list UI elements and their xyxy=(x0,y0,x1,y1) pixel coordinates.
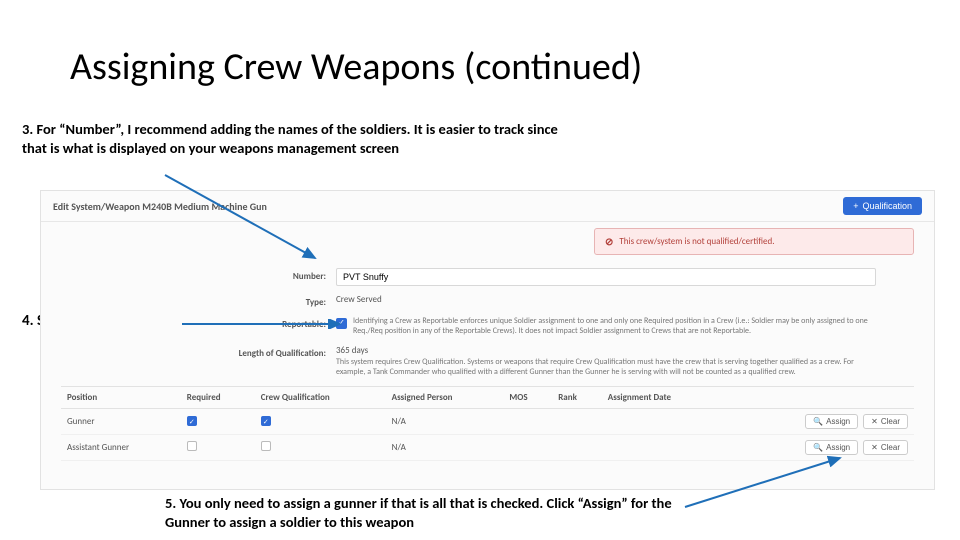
cell-mos xyxy=(503,408,552,434)
search-icon: 🔍 xyxy=(813,417,823,426)
slide-title: Assigning Crew Weapons (continued) xyxy=(70,44,642,90)
close-icon: ✕ xyxy=(871,443,878,452)
panel-header: Edit System/Weapon M240B Medium Machine … xyxy=(41,191,934,222)
th-date: Assignment Date xyxy=(602,386,724,408)
type-label: Type: xyxy=(61,294,336,308)
assign-button[interactable]: 🔍Assign xyxy=(805,414,858,429)
instruction-step-5: 5. You only need to assign a gunner if t… xyxy=(165,494,685,532)
crew-qual-checkbox[interactable]: ✓ xyxy=(261,416,271,426)
number-input[interactable] xyxy=(336,268,876,286)
clear-button[interactable]: ✕Clear xyxy=(863,440,908,455)
crew-qual-checkbox[interactable] xyxy=(261,441,271,451)
cell-date xyxy=(602,408,724,434)
loq-value: 365 days xyxy=(336,345,914,357)
cell-position: Gunner xyxy=(61,408,181,434)
plus-icon: + xyxy=(853,201,858,211)
reportable-label: Reportable: xyxy=(61,316,336,330)
th-mos: MOS xyxy=(503,386,552,408)
th-required: Required xyxy=(181,386,255,408)
panel-body: ⊘ This crew/system is not qualified/cert… xyxy=(41,222,934,461)
cell-rank xyxy=(552,434,602,460)
cell-date xyxy=(602,434,724,460)
cell-assigned: N/A xyxy=(386,434,504,460)
cell-mos xyxy=(503,434,552,460)
alert-icon: ⊘ xyxy=(605,235,613,248)
th-crew-qual: Crew Qualification xyxy=(255,386,386,408)
row-length-qualification: Length of Qualification: 365 days This s… xyxy=(61,345,914,378)
close-icon: ✕ xyxy=(871,417,878,426)
required-checkbox[interactable] xyxy=(187,441,197,451)
loq-description: This system requires Crew Qualification.… xyxy=(336,357,876,378)
cell-position: Assistant Gunner xyxy=(61,434,181,460)
panel-header-title: Edit System/Weapon M240B Medium Machine … xyxy=(53,200,267,213)
table-row: Assistant Gunner N/A 🔍Assign ✕Clear xyxy=(61,434,914,460)
search-icon: 🔍 xyxy=(813,443,823,452)
table-row: Gunner ✓ ✓ N/A 🔍Assign ✕Clear xyxy=(61,408,914,434)
reportable-checkbox[interactable]: ✓ xyxy=(336,318,347,329)
number-label: Number: xyxy=(61,268,336,282)
assign-button[interactable]: 🔍Assign xyxy=(805,440,858,455)
qualification-label: Qualification xyxy=(862,201,912,211)
row-type: Type: Crew Served xyxy=(61,294,914,308)
required-checkbox[interactable]: ✓ xyxy=(187,416,197,426)
table-header-row: Position Required Crew Qualification Ass… xyxy=(61,386,914,408)
cell-assigned: N/A xyxy=(386,408,504,434)
alert-text: This crew/system is not qualified/certif… xyxy=(619,236,774,247)
th-position: Position xyxy=(61,386,181,408)
screenshot-panel: Edit System/Weapon M240B Medium Machine … xyxy=(40,190,935,490)
reportable-description: Identifying a Crew as Reportable enforce… xyxy=(353,316,893,337)
cell-rank xyxy=(552,408,602,434)
instruction-step-3: 3. For “Number”, I recommend adding the … xyxy=(22,120,562,158)
th-assigned: Assigned Person xyxy=(386,386,504,408)
clear-button[interactable]: ✕Clear xyxy=(863,414,908,429)
qualification-button[interactable]: + Qualification xyxy=(843,197,922,215)
th-actions xyxy=(723,386,914,408)
th-rank: Rank xyxy=(552,386,602,408)
alert-not-qualified: ⊘ This crew/system is not qualified/cert… xyxy=(594,228,914,255)
loq-label: Length of Qualification: xyxy=(61,345,336,359)
row-number: Number: xyxy=(61,268,914,286)
type-value: Crew Served xyxy=(336,294,914,306)
form-area: Number: Type: Crew Served Reportable: ✓ … xyxy=(61,268,914,378)
positions-table: Position Required Crew Qualification Ass… xyxy=(61,386,914,461)
row-reportable: Reportable: ✓ Identifying a Crew as Repo… xyxy=(61,316,914,337)
